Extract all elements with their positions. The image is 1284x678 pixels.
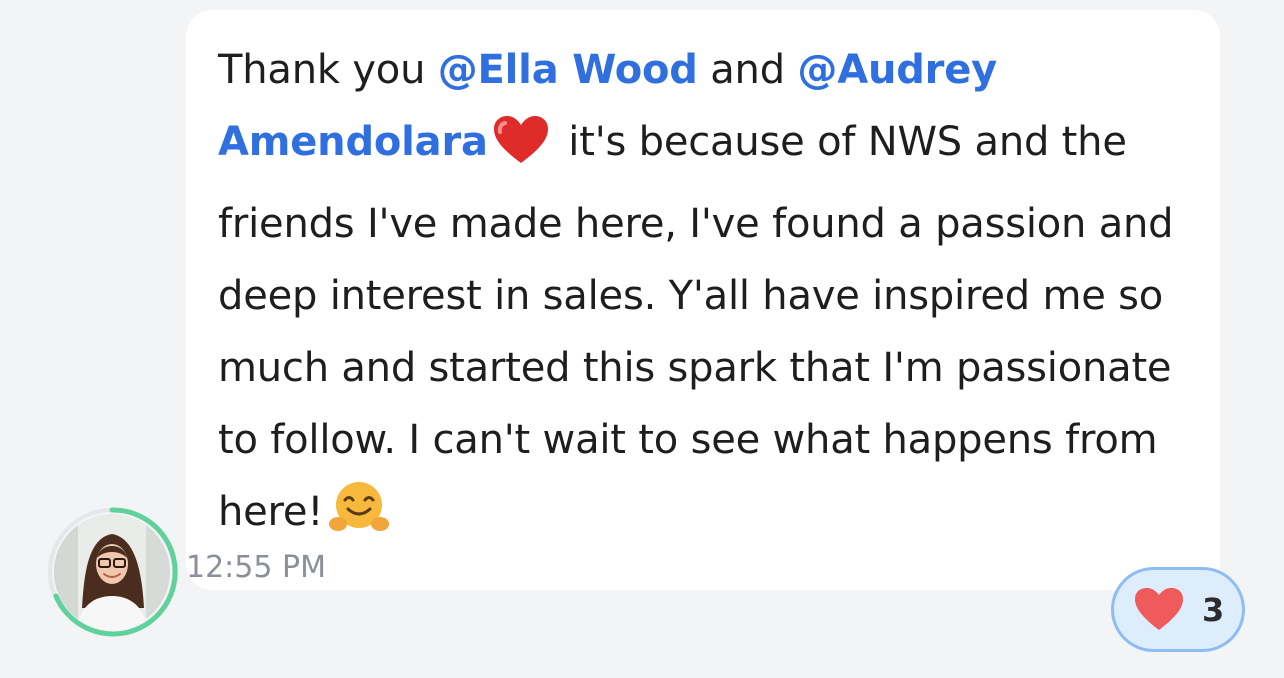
red-heart-emoji: [492, 115, 550, 188]
avatar-photo: [54, 514, 170, 630]
reaction-button[interactable]: 3: [1111, 567, 1245, 652]
heart-icon: [1135, 588, 1183, 630]
reaction-count: 3: [1202, 591, 1225, 629]
hugging-face-emoji: [327, 479, 391, 558]
message-body: it's because of NWS and the friends I've…: [218, 119, 1174, 535]
message-timestamp: 12:55 PM: [186, 550, 326, 585]
message-prefix: Thank you: [218, 47, 438, 93]
message-middle: and: [697, 47, 798, 93]
sender-avatar[interactable]: [46, 506, 178, 638]
message-text: Thank you @Ella Wood and @Audrey Amendol…: [218, 34, 1208, 558]
mention-ella-wood[interactable]: @Ella Wood: [438, 47, 698, 93]
